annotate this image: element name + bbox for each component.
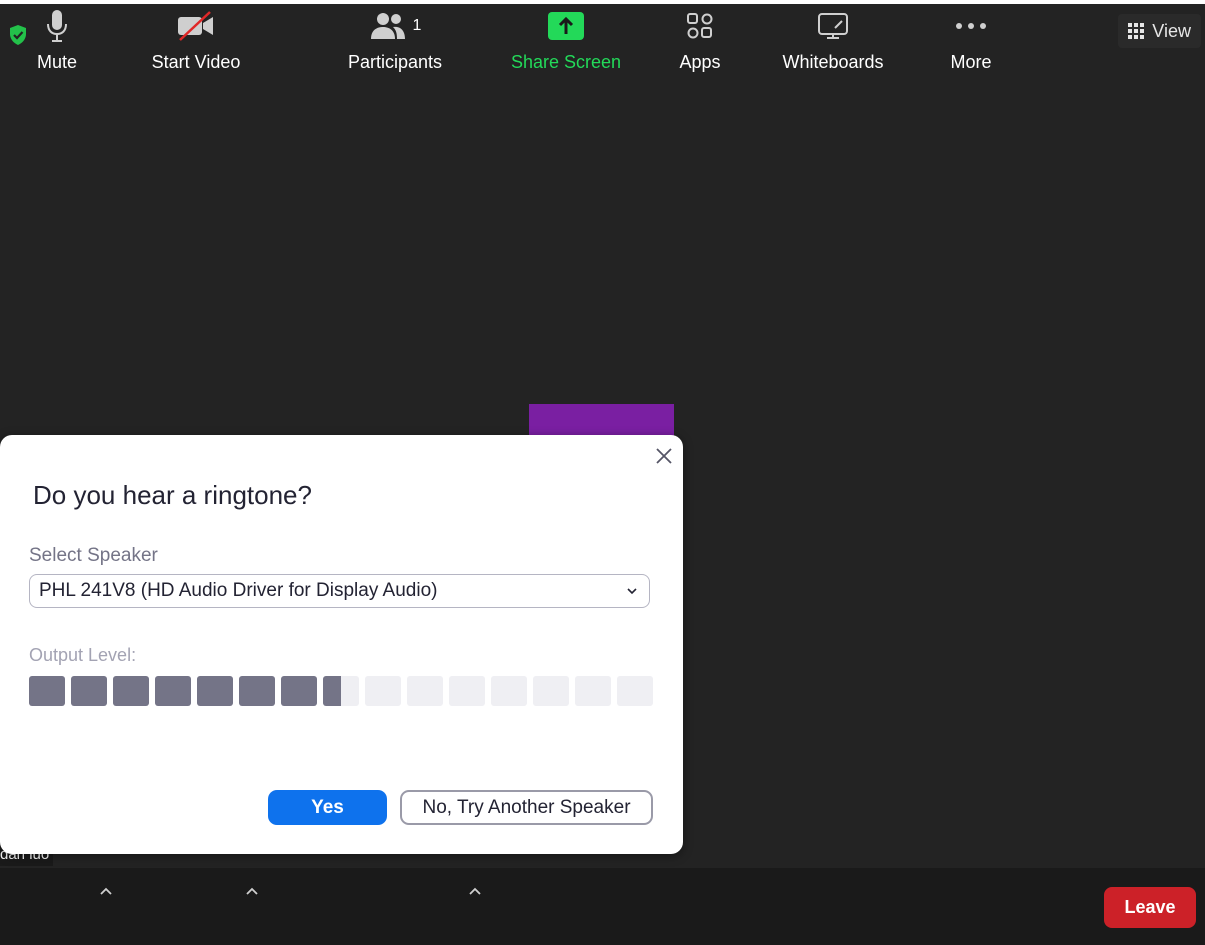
output-level-fill bbox=[197, 676, 233, 706]
output-level-meter bbox=[29, 676, 653, 706]
yes-button[interactable]: Yes bbox=[268, 790, 387, 825]
try-another-speaker-button[interactable]: No, Try Another Speaker bbox=[400, 790, 653, 825]
whiteboards-button[interactable]: Whiteboards bbox=[773, 0, 893, 77]
start-video-label: Start Video bbox=[151, 52, 241, 72]
output-level-fill bbox=[113, 676, 149, 706]
apps-label: Apps bbox=[679, 52, 721, 72]
start-video-button[interactable]: Start Video bbox=[141, 0, 251, 77]
output-level-segment bbox=[617, 676, 653, 706]
participants-button[interactable]: 1 Participants bbox=[340, 0, 450, 77]
output-level-segment bbox=[155, 676, 191, 706]
share-screen-button[interactable]: Share Screen bbox=[506, 0, 626, 77]
output-level-fill bbox=[239, 676, 275, 706]
output-level-segment bbox=[407, 676, 443, 706]
whiteboards-label: Whiteboards bbox=[782, 52, 884, 72]
output-level-label: Output Level: bbox=[29, 645, 137, 665]
close-icon[interactable] bbox=[652, 444, 676, 468]
participants-count: 1 bbox=[412, 17, 422, 34]
output-level-fill bbox=[323, 676, 341, 706]
output-level-segment bbox=[533, 676, 569, 706]
output-level-segment bbox=[29, 676, 65, 706]
select-speaker-label: Select Speaker bbox=[29, 545, 158, 566]
output-level-segment bbox=[449, 676, 485, 706]
video-off-icon bbox=[178, 11, 213, 41]
meeting-toolbar bbox=[0, 868, 1205, 945]
output-level-fill bbox=[29, 676, 65, 706]
speaker-select-value: PHL 241V8 (HD Audio Driver for Display A… bbox=[39, 580, 438, 601]
output-level-fill bbox=[71, 676, 107, 706]
leave-button[interactable]: Leave bbox=[1104, 887, 1196, 928]
whiteboard-icon bbox=[818, 13, 848, 39]
share-screen-icon bbox=[548, 12, 584, 40]
output-level-fill bbox=[281, 676, 317, 706]
view-button[interactable]: View bbox=[1118, 14, 1201, 48]
output-level-segment bbox=[239, 676, 275, 706]
speaker-select[interactable]: PHL 241V8 (HD Audio Driver for Display A… bbox=[29, 574, 650, 608]
output-level-fill bbox=[155, 676, 191, 706]
participants-options-caret-icon[interactable] bbox=[467, 884, 483, 900]
output-level-segment bbox=[365, 676, 401, 706]
more-dots-icon bbox=[956, 23, 986, 29]
microphone-icon bbox=[47, 10, 67, 42]
output-level-segment bbox=[281, 676, 317, 706]
output-level-segment bbox=[491, 676, 527, 706]
apps-button[interactable]: Apps bbox=[665, 0, 735, 77]
output-level-segment bbox=[71, 676, 107, 706]
output-level-segment bbox=[197, 676, 233, 706]
audio-options-caret-icon[interactable] bbox=[98, 884, 114, 900]
grid-icon bbox=[1128, 23, 1145, 39]
view-label: View bbox=[1152, 20, 1191, 41]
apps-icon bbox=[687, 13, 713, 39]
mute-label: Mute bbox=[36, 52, 78, 72]
chevron-down-icon bbox=[627, 588, 637, 595]
more-button[interactable]: More bbox=[936, 0, 1006, 77]
more-label: More bbox=[950, 52, 992, 72]
share-screen-label: Share Screen bbox=[510, 52, 622, 72]
output-level-segment bbox=[113, 676, 149, 706]
output-level-segment bbox=[575, 676, 611, 706]
participants-label: Participants bbox=[347, 52, 443, 72]
video-options-caret-icon[interactable] bbox=[244, 884, 260, 900]
dialog-title: Do you hear a ringtone? bbox=[33, 480, 312, 510]
participants-icon bbox=[370, 13, 405, 39]
output-level-segment bbox=[323, 676, 359, 706]
mute-button[interactable]: Mute bbox=[22, 0, 92, 77]
